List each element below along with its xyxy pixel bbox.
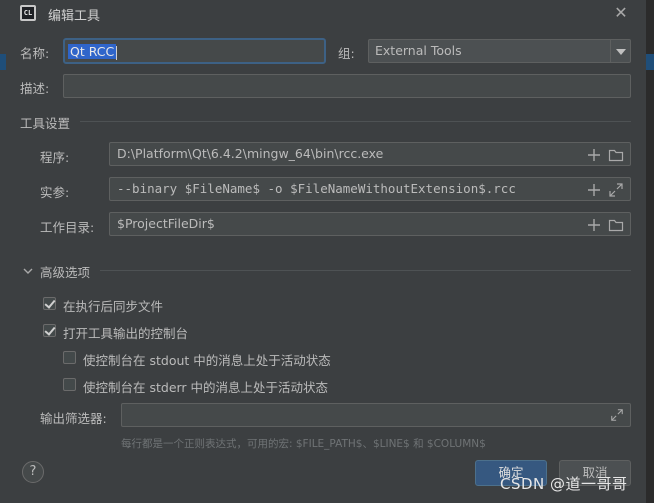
arguments-label: 实参: [40, 185, 70, 200]
advanced-title: 高级选项 [40, 265, 91, 280]
option-label: 使控制台在 stderr 中的消息上处于活动状态 [83, 380, 329, 395]
option-sync-files[interactable]: 在执行后同步文件 [43, 296, 343, 314]
working-dir-field[interactable]: $ProjectFileDir$ [109, 212, 631, 236]
name-label: 名称: [20, 46, 50, 61]
background-window-edge [0, 54, 6, 70]
expand-icon[interactable] [610, 408, 624, 422]
option-open-console[interactable]: 打开工具输出的控制台 [43, 323, 343, 341]
group-combobox[interactable]: External Tools [368, 39, 631, 63]
app-icon-text: CL [22, 7, 34, 19]
arguments-field[interactable]: --binary $FileName$ -o $FileNameWithoutE… [109, 177, 631, 201]
working-dir-value: $ProjectFileDir$ [117, 216, 215, 231]
arguments-value: --binary $FileName$ -o $FileNameWithoutE… [117, 181, 516, 196]
text-caret [116, 45, 118, 60]
edit-tool-dialog: CL 编辑工具 ✕ 名称: Qt RCC 组: External Tools 描… [0, 0, 646, 503]
collapse-chevron-icon[interactable] [22, 265, 34, 277]
stderr-active-checkbox[interactable] [63, 378, 76, 391]
name-field[interactable]: Qt RCC [63, 38, 326, 64]
option-label: 使控制台在 stdout 中的消息上处于活动状态 [83, 353, 331, 368]
close-icon[interactable]: ✕ [612, 4, 630, 22]
option-stdout-active[interactable]: 使控制台在 stdout 中的消息上处于活动状态 [63, 350, 383, 368]
sync-files-checkbox[interactable] [43, 297, 56, 310]
section-divider [100, 270, 631, 271]
group-label: 组: [338, 46, 355, 61]
output-filter-hint: 每行都是一个正则表达式，可用的宏: $FILE_PATH$、$LINE$ 和 $… [121, 438, 486, 450]
program-field[interactable]: D:\Platform\Qt\6.4.2\mingw_64\bin\rcc.ex… [109, 142, 631, 166]
option-label: 打开工具输出的控制台 [63, 326, 189, 341]
plus-icon[interactable] [586, 217, 602, 233]
app-icon: CL [20, 5, 36, 21]
folder-icon[interactable] [608, 147, 624, 163]
tool-settings-title: 工具设置 [20, 116, 71, 131]
description-field[interactable] [63, 74, 631, 98]
program-value: D:\Platform\Qt\6.4.2\mingw_64\bin\rcc.ex… [117, 146, 384, 161]
expand-icon[interactable] [608, 182, 624, 198]
program-label: 程序: [40, 150, 70, 165]
plus-icon[interactable] [586, 182, 602, 198]
background-window-edge [646, 0, 654, 503]
working-dir-label: 工作目录: [40, 220, 95, 235]
help-button[interactable]: ? [22, 461, 44, 483]
option-stderr-active[interactable]: 使控制台在 stderr 中的消息上处于活动状态 [63, 377, 383, 395]
folder-icon[interactable] [608, 217, 624, 233]
option-label: 在执行后同步文件 [63, 299, 164, 314]
output-filter-field[interactable] [121, 403, 631, 427]
chevron-down-icon[interactable] [610, 40, 630, 62]
watermark: CSDN @道一哥哥 [500, 475, 628, 493]
description-label: 描述: [20, 81, 50, 96]
group-value: External Tools [375, 43, 462, 58]
dialog-title: 编辑工具 [48, 9, 101, 24]
section-divider [80, 121, 631, 122]
plus-icon[interactable] [586, 147, 602, 163]
open-console-checkbox[interactable] [43, 324, 56, 337]
stdout-active-checkbox[interactable] [63, 351, 76, 364]
output-filter-label: 输出筛选器: [40, 411, 107, 426]
name-value: Qt RCC [68, 44, 117, 59]
